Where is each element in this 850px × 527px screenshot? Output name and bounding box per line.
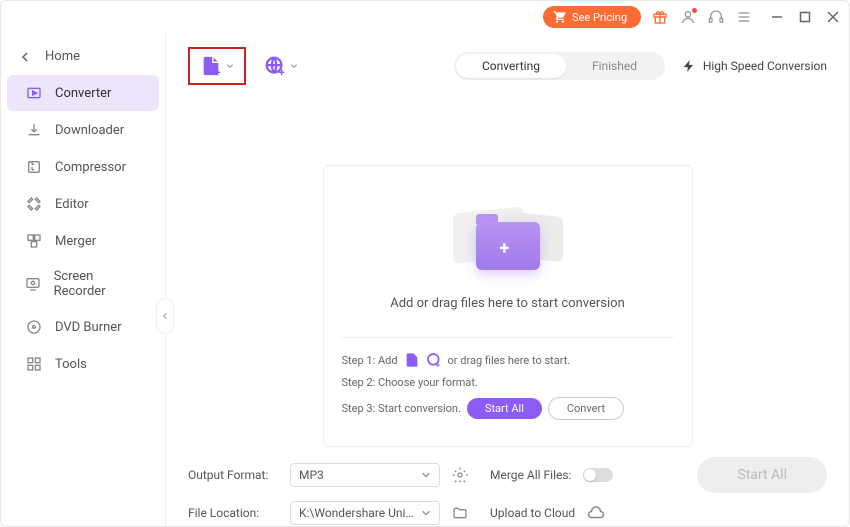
output-format-value: MP3 [299, 468, 324, 482]
editor-icon [25, 195, 43, 213]
cart-icon [553, 10, 567, 24]
minimize-button[interactable] [769, 9, 785, 25]
add-file-icon[interactable]: + [404, 352, 420, 368]
output-format-select[interactable]: MP3 [290, 463, 440, 487]
file-location-label: File Location: [188, 506, 278, 520]
folder-illustration: + [448, 192, 568, 282]
tab-finished[interactable]: Finished [566, 54, 663, 78]
converter-icon [25, 84, 43, 102]
add-url-button[interactable]: + [258, 49, 304, 83]
sidebar-item-screen-recorder[interactable]: Screen Recorder [7, 260, 159, 308]
hsc-label: High Speed Conversion [703, 59, 827, 73]
chevron-down-icon [421, 470, 431, 480]
upload-cloud-label: Upload to Cloud [490, 506, 575, 520]
output-format-label: Output Format: [188, 468, 278, 482]
sidebar-item-label: Compressor [55, 160, 126, 175]
sidebar-item-label: Downloader [55, 123, 124, 138]
merger-icon [25, 232, 43, 250]
high-speed-conversion-toggle[interactable]: High Speed Conversion [682, 59, 827, 73]
svg-text:+: + [436, 360, 440, 368]
merge-label: Merge All Files: [490, 468, 571, 482]
sidebar-item-merger[interactable]: Merger [7, 223, 159, 259]
settings-icon[interactable] [452, 467, 468, 483]
sidebar-item-label: Converter [55, 86, 111, 101]
sidebar-item-label: Editor [55, 197, 89, 212]
chevron-left-icon [161, 312, 169, 320]
sidebar-item-label: DVD Burner [55, 320, 122, 335]
svg-text:+: + [215, 66, 221, 77]
sidebar-item-editor[interactable]: Editor [7, 186, 159, 222]
home-button[interactable]: Home [1, 39, 165, 74]
start-all-mini-button[interactable]: Start All [467, 398, 542, 419]
step1-post: or drag files here to start. [448, 354, 571, 367]
step1-pre: Step 1: Add [342, 354, 398, 367]
headset-icon[interactable] [707, 8, 725, 26]
sidebar-item-converter[interactable]: Converter [7, 75, 159, 111]
chevron-down-icon [226, 62, 234, 70]
cloud-icon[interactable] [587, 504, 605, 522]
sidebar-item-downloader[interactable]: Downloader [7, 112, 159, 148]
sidebar-item-compressor[interactable]: Compressor [7, 149, 159, 185]
pricing-label: See Pricing [572, 11, 627, 24]
chevron-left-icon [19, 51, 31, 63]
add-url-icon: + [264, 55, 286, 77]
add-file-icon: + [200, 55, 222, 77]
home-label: Home [45, 49, 80, 64]
close-button[interactable] [825, 9, 841, 25]
file-location-value: K:\Wondershare UniConverter 1 [299, 506, 419, 520]
sidebar-item-tools[interactable]: Tools [7, 346, 159, 382]
open-folder-icon[interactable] [452, 505, 468, 521]
maximize-button[interactable] [797, 9, 813, 25]
collapse-sidebar-button[interactable] [156, 298, 174, 334]
user-icon[interactable] [679, 8, 697, 26]
sidebar-item-label: Tools [55, 357, 87, 372]
step3-text: Step 3: Start conversion. [342, 402, 461, 415]
tab-group: Converting Finished [454, 52, 665, 80]
sidebar-item-label: Screen Recorder [54, 269, 141, 299]
drop-zone[interactable]: + Add or drag files here to start conver… [323, 165, 693, 447]
tools-icon [25, 355, 43, 373]
sidebar-item-label: Merger [55, 234, 96, 249]
see-pricing-button[interactable]: See Pricing [543, 6, 641, 28]
convert-mini-button[interactable]: Convert [548, 397, 624, 420]
add-file-button[interactable]: + [188, 47, 246, 85]
downloader-icon [25, 121, 43, 139]
chevron-down-icon [421, 508, 431, 518]
sidebar-item-dvd-burner[interactable]: DVD Burner [7, 309, 159, 345]
lightning-icon [682, 59, 696, 73]
svg-text:+: + [279, 66, 285, 77]
screen-recorder-icon [25, 275, 42, 293]
compressor-icon [25, 158, 43, 176]
gift-icon[interactable] [651, 8, 669, 26]
start-all-button[interactable]: Start All [697, 457, 827, 493]
step2-text: Step 2: Choose your format. [342, 376, 478, 389]
drop-text: Add or drag files here to start conversi… [342, 296, 674, 311]
merge-toggle[interactable] [583, 468, 613, 482]
file-location-select[interactable]: K:\Wondershare UniConverter 1 [290, 501, 440, 525]
sidebar: Home Converter Downloader Compressor Edi… [1, 33, 166, 526]
dvd-icon [25, 318, 43, 336]
chevron-down-icon [290, 62, 298, 70]
tab-converting[interactable]: Converting [456, 54, 566, 78]
svg-text:+: + [414, 360, 418, 368]
add-url-icon[interactable]: + [426, 352, 442, 368]
menu-icon[interactable] [735, 8, 753, 26]
